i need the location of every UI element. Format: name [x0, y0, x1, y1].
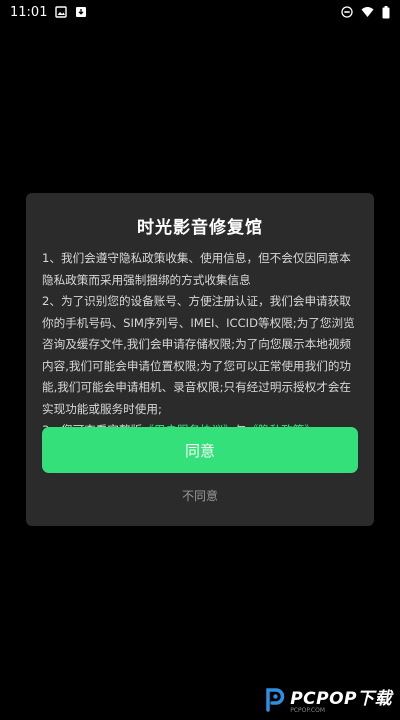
status-time: 11:01 — [10, 4, 48, 20]
watermark-brand: PCPOP下载 — [290, 689, 392, 709]
dialog-title: 时光影音修复馆 — [137, 218, 263, 238]
image-icon — [55, 6, 68, 18]
status-bar-right — [341, 5, 390, 19]
privacy-dialog: 时光影音修复馆 1、我们会遵守隐私政策收集、使用信息，但不会仅因同意本隐私政策而… — [26, 193, 374, 526]
policy-paragraph-1: 1、我们会遵守隐私政策收集、使用信息，但不会仅因同意本隐私政策而采用强制捆绑的方… — [42, 251, 351, 287]
disagree-button[interactable]: 不同意 — [26, 487, 374, 504]
agree-button[interactable]: 同意 — [42, 427, 358, 473]
status-bar: 11:01 — [0, 0, 400, 24]
dialog-body: 1、我们会遵守隐私政策收集、使用信息，但不会仅因同意本隐私政策而采用强制捆绑的方… — [42, 248, 358, 442]
pcpop-logo-icon — [264, 686, 286, 712]
policy-paragraph-2: 2、为了识别您的设备账号、方便注册认证，我们会申请获取你的手机号码、SIM序列号… — [42, 294, 355, 416]
download-notification-icon — [75, 6, 87, 18]
do-not-disturb-icon — [341, 6, 353, 18]
status-bar-left: 11:01 — [10, 5, 87, 20]
battery-icon — [382, 5, 390, 19]
watermark-sub: PCPOP.COM — [290, 707, 326, 714]
wifi-icon — [361, 6, 374, 18]
watermark-text: PCPOP下载 PCPOP.COM — [290, 684, 392, 714]
watermark: PCPOP下载 PCPOP.COM — [264, 684, 392, 714]
